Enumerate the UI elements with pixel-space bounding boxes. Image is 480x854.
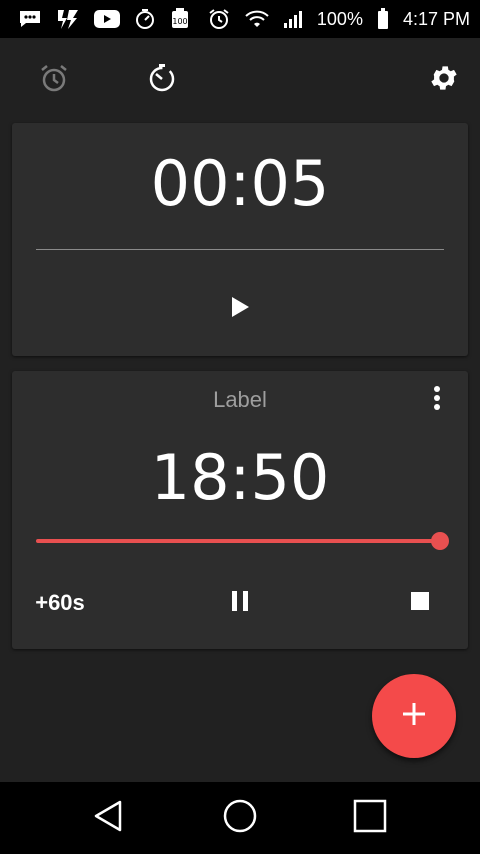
alarm-clock-icon — [38, 62, 70, 99]
timer-icon — [146, 62, 178, 99]
back-button[interactable] — [88, 798, 128, 838]
svg-text:100: 100 — [172, 17, 187, 26]
timer-label[interactable]: Label — [12, 387, 468, 413]
status-time: 4:17 PM — [402, 8, 470, 29]
wifi-icon — [245, 7, 269, 31]
timer-divider — [36, 249, 444, 250]
add-minute-button[interactable]: +60s — [30, 583, 90, 623]
pause-button[interactable] — [220, 583, 260, 623]
recents-icon — [353, 799, 387, 838]
plus-icon — [401, 701, 427, 732]
battery-percent: 100% — [316, 8, 363, 29]
tab-timer[interactable] — [142, 60, 182, 100]
add-timer-button[interactable] — [372, 674, 456, 758]
timer-time[interactable]: 18:50 — [12, 441, 468, 514]
alarm-icon — [207, 7, 231, 31]
gear-icon — [428, 62, 460, 99]
timer-status-icon — [134, 7, 156, 31]
navigation-bar — [0, 782, 480, 854]
status-bar-notifications: 100 — [18, 7, 190, 31]
stop-button[interactable] — [400, 583, 440, 623]
recents-button[interactable] — [350, 798, 390, 838]
battery-icon — [377, 7, 389, 31]
tab-alarm[interactable] — [34, 60, 74, 100]
timer-time[interactable]: 00:05 — [12, 147, 468, 220]
timer-progress-bar — [36, 539, 440, 543]
bolt-app-icon — [56, 7, 80, 31]
stop-icon — [411, 591, 429, 615]
timer-card[interactable]: Label 18:50 +60s — [12, 371, 468, 649]
timer-progress-knob — [431, 532, 449, 550]
pause-icon — [231, 590, 249, 617]
play-icon — [230, 296, 250, 323]
status-bar: 100 100% 4:17 PM — [0, 0, 480, 38]
timer-card[interactable]: 00:05 — [12, 123, 468, 356]
youtube-icon — [94, 7, 120, 31]
home-icon — [223, 799, 257, 838]
back-icon — [92, 799, 124, 838]
settings-button[interactable] — [424, 60, 464, 100]
app-bar — [0, 38, 480, 122]
status-bar-system: 100% 4:17 PM — [207, 7, 470, 31]
more-vert-icon — [433, 385, 441, 416]
storage-icon: 100 — [170, 7, 190, 31]
start-button[interactable] — [220, 289, 260, 329]
timer-menu-button[interactable] — [424, 384, 450, 416]
signal-icon — [283, 7, 303, 31]
messages-icon — [18, 7, 42, 31]
home-button[interactable] — [220, 798, 260, 838]
